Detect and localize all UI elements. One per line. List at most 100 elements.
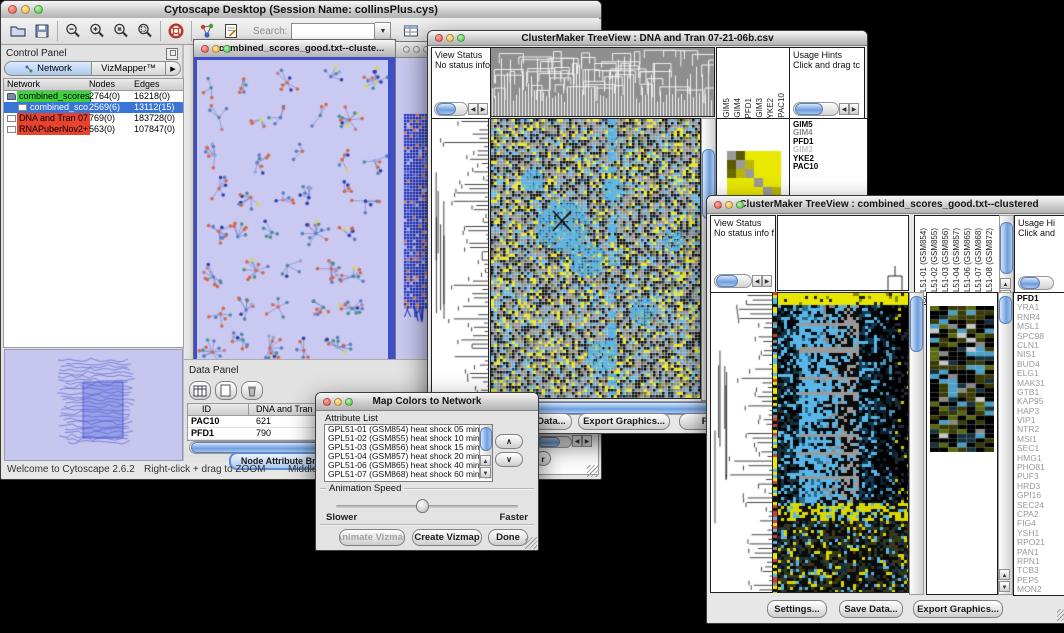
network-overview-panel[interactable]: [4, 349, 183, 461]
animate-vizmap-button[interactable]: Animate Vizmap: [339, 529, 405, 546]
tv2-export-graphics-button[interactable]: Export Graphics...: [913, 600, 1003, 618]
tab-vizmapper[interactable]: VizMapper™: [92, 61, 166, 76]
network-table-row[interactable]: combined_scores_2764(0)16218(0): [4, 91, 183, 102]
attribute-browser-icon[interactable]: [399, 20, 423, 43]
tv2-zoom-panel[interactable]: [926, 292, 998, 595]
open-icon[interactable]: [6, 20, 30, 43]
col-edges[interactable]: Edges: [134, 79, 160, 90]
help-ring-icon[interactable]: [164, 20, 188, 43]
minimize-icon[interactable]: [212, 45, 220, 53]
tv2-save-data-button[interactable]: Save Data...: [839, 600, 903, 618]
zoom-fit-icon[interactable]: [133, 20, 157, 43]
tv1-heatmap[interactable]: [490, 118, 701, 399]
tv1-column-dendrogram[interactable]: [490, 47, 715, 117]
speed-slider-thumb[interactable]: [416, 499, 429, 513]
minimize-icon[interactable]: [334, 398, 342, 406]
tv2-vscrollbar[interactable]: [909, 292, 924, 595]
resize-grip[interactable]: [587, 465, 599, 477]
network-table-row[interactable]: RNAPuberNov2+563(0)107847(0): [4, 124, 183, 135]
view-status-scrollbar[interactable]: [434, 102, 468, 116]
attribute-list-item[interactable]: GPL51-07 (GSM868) heat shock 60 min: [325, 470, 492, 479]
scroll-right-icon[interactable]: ▶: [849, 103, 859, 115]
resize-grip[interactable]: [1057, 609, 1064, 621]
network-name[interactable]: DNA and Tran 07: [17, 113, 90, 124]
network-view-titlebar[interactable]: combined_scores_good.txt--cluste...: [194, 40, 395, 58]
main-titlebar[interactable]: Cytoscape Desktop (Session Name: collins…: [1, 1, 601, 19]
tv1-row-dendrogram[interactable]: [431, 118, 489, 399]
network-view-canvas[interactable]: [197, 60, 388, 367]
tv2-gene-vscrollbar[interactable]: ▲ ▼: [998, 292, 1013, 595]
col-network[interactable]: Network: [7, 79, 40, 90]
move-up-button[interactable]: ∧: [495, 434, 523, 449]
scroll-down-icon[interactable]: ▼: [480, 467, 491, 478]
tv2-row-dendrogram[interactable]: [710, 292, 773, 593]
minimize-icon[interactable]: [446, 34, 454, 42]
new-attribute-icon[interactable]: [215, 381, 237, 400]
close-icon[interactable]: [8, 5, 17, 14]
scrollbar-thumb[interactable]: [480, 427, 492, 451]
network-table-row[interactable]: combined_sco2569(6)13112(15): [4, 102, 183, 113]
tv2-heatmap[interactable]: [777, 292, 909, 593]
search-dropdown-icon[interactable]: ▼: [375, 22, 391, 41]
scroll-up-icon[interactable]: ▲: [999, 569, 1010, 580]
zoom-window-icon[interactable]: [736, 201, 744, 209]
treeview1-titlebar[interactable]: ClusterMaker TreeView : DNA and Tran 07-…: [428, 31, 867, 46]
attribute-select-icon[interactable]: [189, 381, 211, 400]
usage-hints-scrollbar[interactable]: [793, 102, 839, 116]
create-vizmap-button[interactable]: Create Vizmap: [412, 529, 482, 546]
zoom-window-icon[interactable]: [223, 45, 231, 53]
scroll-up-icon[interactable]: ▲: [1000, 278, 1011, 289]
close-icon[interactable]: [323, 398, 331, 406]
tv1-gene-label[interactable]: PAC10: [793, 163, 867, 171]
scroll-left-icon[interactable]: ◀: [572, 435, 582, 447]
scroll-left-icon[interactable]: ◀: [839, 103, 849, 115]
scroll-right-icon[interactable]: ▶: [582, 435, 592, 447]
zoom-window-icon[interactable]: [345, 398, 353, 406]
dialog-titlebar[interactable]: Map Colors to Network: [316, 393, 538, 411]
minimize-icon[interactable]: [725, 201, 733, 209]
network-table-row[interactable]: DNA and Tran 07769(0)183728(0): [4, 113, 183, 124]
done-button[interactable]: Done: [488, 529, 528, 546]
scrollbar-thumb[interactable]: [1000, 222, 1013, 274]
tv2-gene-label[interactable]: MON2: [1017, 585, 1064, 594]
network-name[interactable]: combined_scores_: [17, 91, 91, 102]
float-panel-icon[interactable]: [166, 48, 178, 60]
zoom-out-icon[interactable]: [61, 20, 85, 43]
minimize-icon[interactable]: [21, 5, 30, 14]
move-down-button[interactable]: ∨: [495, 452, 523, 467]
tab-network[interactable]: Network: [4, 61, 92, 76]
delete-attribute-icon[interactable]: [241, 381, 263, 400]
scroll-left-icon[interactable]: ◀: [752, 275, 762, 287]
tab-overflow-arrow[interactable]: ▶: [166, 61, 181, 76]
scrollbar-thumb[interactable]: [910, 296, 923, 352]
network-name[interactable]: combined_sco: [28, 102, 90, 113]
treeview2-titlebar[interactable]: ClusterMaker TreeView : combined_scores_…: [707, 196, 1064, 214]
view-status-scrollbar[interactable]: [714, 274, 752, 288]
tv2-column-dendrogram[interactable]: [777, 215, 909, 291]
resize-grip[interactable]: [525, 537, 537, 549]
close-icon[interactable]: [201, 45, 209, 53]
usage-hints-scrollbar[interactable]: [1018, 276, 1054, 290]
close-icon[interactable]: [435, 34, 443, 42]
scroll-up-icon[interactable]: ▲: [480, 455, 491, 466]
minimize-icon[interactable]: [413, 46, 420, 53]
network-overview-canvas[interactable]: [5, 350, 180, 458]
network-name[interactable]: RNAPuberNov2+: [17, 124, 90, 135]
scroll-right-icon[interactable]: ▶: [478, 103, 488, 115]
zoom-selected-icon[interactable]: [109, 20, 133, 43]
zoom-window-icon[interactable]: [34, 5, 43, 14]
close-icon[interactable]: [403, 46, 410, 53]
zoom-window-icon[interactable]: [457, 34, 465, 42]
scrollbar-thumb[interactable]: [999, 296, 1012, 324]
attribute-list[interactable]: GPL51-01 (GSM854) heat shock 05 minGPL51…: [324, 424, 493, 482]
tv1-export-graphics-button[interactable]: Export Graphics...: [578, 413, 670, 430]
save-icon[interactable]: [30, 20, 54, 43]
scroll-left-icon[interactable]: ◀: [468, 103, 478, 115]
search-input[interactable]: [291, 23, 375, 40]
zoom-in-icon[interactable]: [85, 20, 109, 43]
scroll-right-icon[interactable]: ▶: [762, 275, 772, 287]
data-col-id[interactable]: ID: [202, 404, 211, 415]
close-icon[interactable]: [714, 201, 722, 209]
scroll-down-icon[interactable]: ▼: [999, 581, 1010, 592]
fragment-hscrollbar[interactable]: [536, 436, 572, 448]
